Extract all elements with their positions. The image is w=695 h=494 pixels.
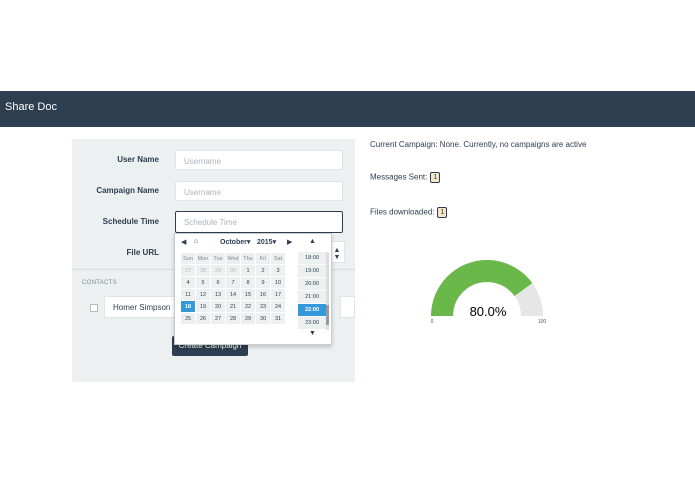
next-month-icon[interactable]: ▶ (287, 238, 292, 246)
time-option[interactable]: 23:00 (298, 317, 326, 329)
calendar-day[interactable]: 14 (226, 289, 240, 300)
home-icon[interactable]: ⌂ (194, 238, 198, 245)
weekday-header: Thu (241, 253, 255, 264)
brand-title[interactable]: Share Doc (5, 101, 57, 113)
weekday-header: Sat (271, 253, 285, 264)
campaign-name-label: Campaign Name (96, 186, 159, 195)
calendar-day[interactable]: 4 (181, 277, 195, 288)
time-option[interactable]: 21:00 (298, 291, 326, 303)
calendar-day[interactable]: 28 (196, 265, 210, 276)
calendar-day[interactable]: 26 (196, 313, 210, 324)
time-scroll-thumb[interactable] (326, 305, 329, 325)
calendar-day[interactable]: 30 (226, 265, 240, 276)
calendar-day[interactable]: 8 (241, 277, 255, 288)
time-scroll-up-icon[interactable]: ▲ (309, 238, 316, 245)
calendar-day[interactable]: 16 (256, 289, 270, 300)
current-campaign-text: Current Campaign: None. Currently, no ca… (370, 140, 587, 149)
calendar-day[interactable]: 28 (226, 313, 240, 324)
calendar-day[interactable]: 30 (256, 313, 270, 324)
weekday-header: Sun (181, 253, 195, 264)
user-name-label: User Name (117, 155, 159, 164)
contact-checkbox[interactable] (90, 304, 98, 312)
calendar-day[interactable]: 20 (211, 301, 225, 312)
calendar-day[interactable]: 3 (271, 265, 285, 276)
time-option[interactable]: 18:00 (298, 252, 326, 264)
contact-extra-field[interactable] (340, 296, 355, 318)
calendar-day[interactable]: 29 (211, 265, 225, 276)
gauge-max-label: 100 (538, 319, 547, 325)
calendar-day[interactable]: 12 (196, 289, 210, 300)
calendar-day[interactable]: 9 (256, 277, 270, 288)
files-downloaded-row: Files downloaded: 1 (370, 207, 448, 218)
prev-month-icon[interactable]: ◀ (181, 238, 186, 246)
calendar-day[interactable]: 1 (241, 265, 255, 276)
files-downloaded-badge: 1 (437, 207, 448, 218)
calendar-grid: Sun Mon Tue Wed Thu Fri Sat 27 28 29 30 1 2 3 4 5 6 7 8 9 1… (180, 252, 296, 325)
file-url-label: File URL (126, 248, 159, 257)
calendar-day[interactable]: 23 (256, 301, 270, 312)
month-select[interactable]: October▾ (220, 238, 250, 246)
time-option[interactable]: 19:00 (298, 265, 326, 277)
calendar-day[interactable]: 19 (196, 301, 210, 312)
calendar-day[interactable]: 22 (241, 301, 255, 312)
datetime-picker: ◀ ⌂ October▾ 2015▾ ▶ ▲ Sun Mon Tue Wed Thu Fr… (174, 233, 332, 345)
download-gauge: 80.0% 0 100 (431, 260, 547, 325)
messages-sent-label: Messages Sent: (370, 172, 428, 182)
calendar-day[interactable]: 6 (211, 277, 225, 288)
campaign-name-input[interactable]: Username (175, 181, 343, 201)
contacts-header: CONTACTS (82, 280, 117, 286)
time-option[interactable]: 20:00 (298, 278, 326, 290)
top-navbar: Share Doc (0, 91, 695, 127)
calendar-day[interactable]: 10 (271, 277, 285, 288)
time-option[interactable]: 22:00 (298, 304, 326, 316)
calendar-day[interactable]: 31 (271, 313, 285, 324)
calendar-day[interactable]: 24 (271, 301, 285, 312)
calendar-day[interactable]: 27 (211, 313, 225, 324)
weekday-header: Fri (256, 253, 270, 264)
schedule-time-input[interactable]: Schedule Time (175, 211, 343, 233)
calendar-day[interactable]: 11 (181, 289, 195, 300)
time-list: 18:00 19:00 20:00 21:00 22:00 23:00 (298, 252, 326, 330)
calendar-day[interactable]: 5 (196, 277, 210, 288)
time-scroll-down-icon[interactable]: ▼ (309, 330, 316, 337)
files-downloaded-label: Files downloaded: (370, 207, 435, 217)
calendar-day[interactable]: 15 (241, 289, 255, 300)
gauge-value: 80.0% (470, 304, 507, 319)
user-name-input[interactable]: Username (175, 150, 343, 170)
year-select[interactable]: 2015▾ (257, 238, 276, 246)
calendar-day[interactable]: 7 (226, 277, 240, 288)
calendar-day[interactable]: 2 (256, 265, 270, 276)
calendar-day[interactable]: 13 (211, 289, 225, 300)
messages-sent-row: Messages Sent: 1 (370, 172, 441, 183)
calendar-day[interactable]: 29 (241, 313, 255, 324)
calendar-day[interactable]: 27 (181, 265, 195, 276)
calendar-day[interactable]: 21 (226, 301, 240, 312)
messages-sent-badge: 1 (430, 172, 441, 183)
calendar-day[interactable]: 25 (181, 313, 195, 324)
calendar-day[interactable]: 18 (181, 301, 195, 312)
weekday-header: Mon (196, 253, 210, 264)
calendar-day[interactable]: 17 (271, 289, 285, 300)
weekday-header: Tue (211, 253, 225, 264)
schedule-time-label: Schedule Time (102, 217, 159, 226)
gauge-min-label: 0 (431, 319, 434, 325)
weekday-header: Wed (226, 253, 240, 264)
